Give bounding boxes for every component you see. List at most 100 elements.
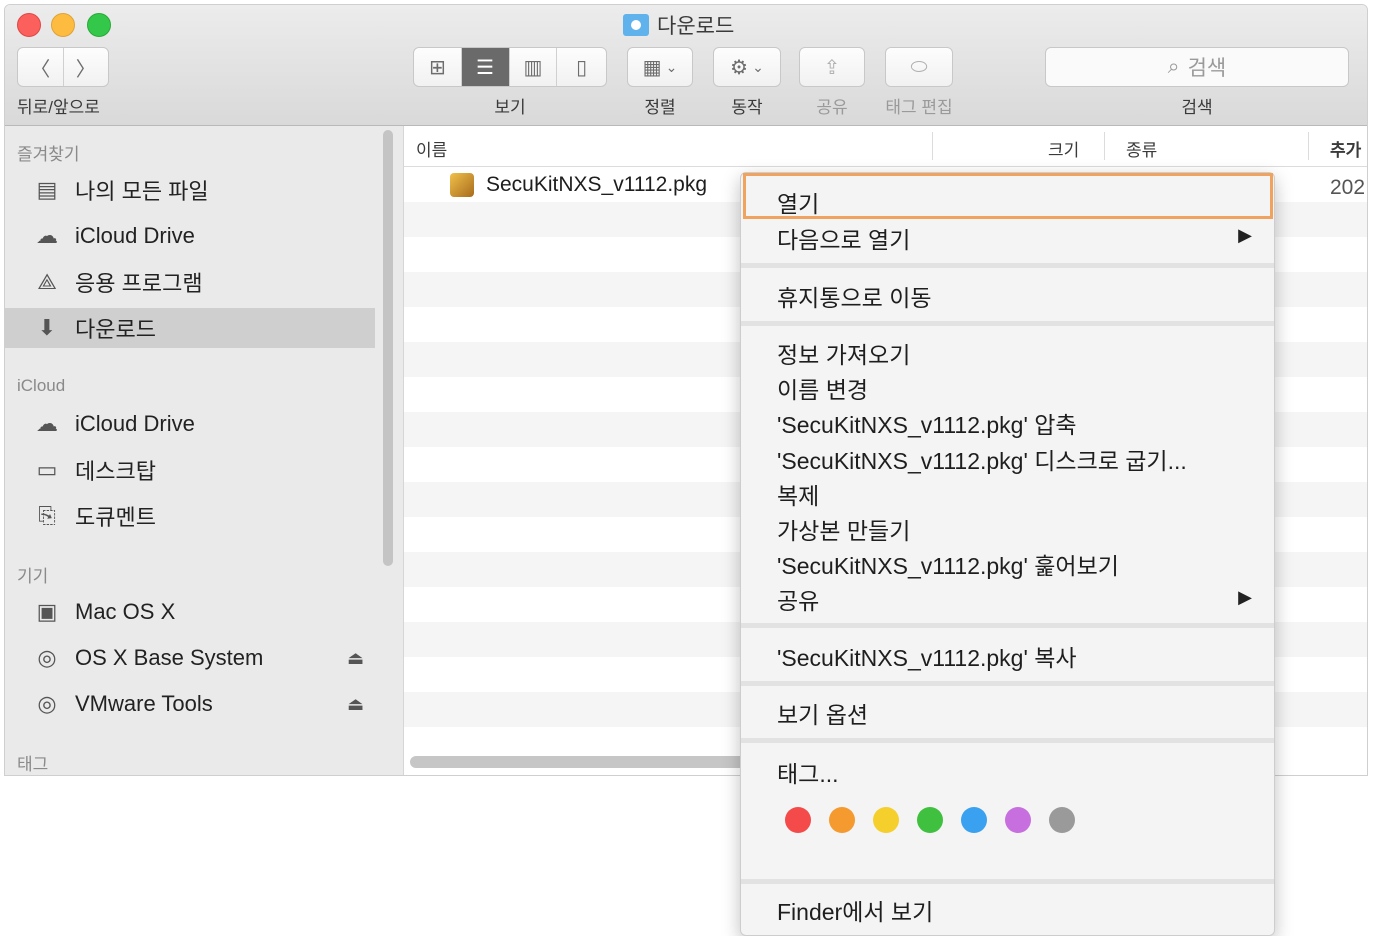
menu-item-burn-to-disc[interactable]: 'SecuKitNXS_v1112.pkg' 디스크로 굽기...: [777, 442, 1187, 476]
menu-item-duplicate[interactable]: 복제: [777, 477, 819, 511]
sidebar-item-downloads[interactable]: ⬇ 다운로드: [5, 308, 375, 348]
tag-color-yellow[interactable]: [873, 807, 899, 833]
file-name: SecuKitNXS_v1112.pkg: [486, 173, 708, 196]
sidebar-item-mac-os-x[interactable]: ▣ Mac OS X: [5, 592, 375, 632]
column-divider: [1308, 132, 1309, 160]
sidebar-item-label: 도큐멘트: [75, 505, 156, 530]
optical-disk-icon: ◎: [37, 691, 57, 716]
view-segmented-control: ⊞ ☰ ▥ ▯: [413, 47, 607, 87]
menu-item-compress[interactable]: 'SecuKitNXS_v1112.pkg' 압축: [777, 406, 1077, 440]
devices-header: 기기: [17, 567, 49, 586]
minimize-button[interactable]: [51, 13, 75, 37]
menu-item-get-info[interactable]: 정보 가져오기: [777, 336, 910, 370]
chevron-down-icon: ⌄: [665, 58, 678, 75]
icloud-header: iCloud: [17, 376, 66, 395]
sidebar-item-desktop[interactable]: ▭ 데스크탑: [5, 450, 375, 490]
tag-color-orange[interactable]: [829, 807, 855, 833]
document-icon: ⎘: [38, 503, 56, 528]
zoom-button[interactable]: [87, 13, 111, 37]
column-name[interactable]: 이름: [416, 136, 447, 161]
menu-item-move-to-trash[interactable]: 휴지통으로 이동: [777, 279, 932, 313]
close-button[interactable]: [17, 13, 41, 37]
desktop-icon: ▭: [36, 457, 58, 482]
tag-color-purple[interactable]: [1005, 807, 1031, 833]
forward-button[interactable]: 〉: [64, 48, 109, 86]
sidebar-item-label: 데스크탑: [75, 459, 156, 484]
menu-item-rename[interactable]: 이름 변경: [777, 371, 868, 405]
search-label: 검색: [1181, 98, 1213, 117]
menu-item-view-options[interactable]: 보기 옵션: [777, 696, 868, 730]
sidebar-item-label: OS X Base System: [75, 645, 264, 670]
nav-buttons: 〈 〉: [17, 47, 109, 87]
sidebar-item-applications[interactable]: ⟁ 응용 프로그램: [5, 262, 375, 302]
window-title: 다운로드: [623, 11, 734, 39]
eject-icon[interactable]: ⏏: [347, 648, 364, 669]
tag-color-blue[interactable]: [961, 807, 987, 833]
tag-edit-button[interactable]: ⬭: [885, 47, 953, 87]
sidebar-item-label: 응용 프로그램: [75, 271, 203, 296]
menu-separator: [741, 738, 1274, 743]
back-button[interactable]: 〈: [18, 48, 64, 86]
eject-icon[interactable]: ⏏: [347, 694, 364, 715]
menu-item-open[interactable]: 열기: [777, 185, 819, 219]
sort-button[interactable]: ▦ ⌄: [627, 47, 693, 87]
context-menu: 열기 다음으로 열기 ▶ 휴지통으로 이동 정보 가져오기 이름 변경 'Sec…: [740, 172, 1275, 936]
tag-icon: ⬭: [910, 55, 928, 78]
grid-icon: ▦: [642, 56, 662, 79]
sidebar-item-documents[interactable]: ⎘ 도큐멘트: [5, 496, 375, 536]
nav-label: 뒤로/앞으로: [17, 98, 100, 117]
horizontal-scrollbar[interactable]: [410, 756, 750, 768]
column-view-icon[interactable]: ▥: [510, 48, 558, 86]
sidebar-item-icloud-drive-2[interactable]: ☁ iCloud Drive: [5, 404, 375, 444]
favorites-header: 즐겨찾기: [17, 145, 80, 164]
sidebar-item-label: iCloud Drive: [75, 223, 195, 248]
optical-disk-icon: ◎: [37, 645, 57, 670]
sidebar-item-icloud-drive[interactable]: ☁ iCloud Drive: [5, 216, 375, 256]
menu-item-share[interactable]: 공유: [777, 582, 819, 616]
sidebar-item-all-files[interactable]: ▤ 나의 모든 파일: [5, 170, 375, 210]
menu-separator: [741, 263, 1274, 268]
column-added[interactable]: 추가: [1330, 136, 1361, 161]
sidebar-scrollbar[interactable]: [383, 130, 393, 566]
sidebar-item-vmware-tools[interactable]: ◎ VMware Tools: [5, 684, 375, 724]
disk-icon: ▣: [36, 599, 58, 624]
column-divider: [932, 132, 933, 160]
list-view-icon[interactable]: ☰: [461, 48, 510, 86]
menu-separator: [741, 879, 1274, 884]
search-field[interactable]: ⌕ 검색: [1045, 47, 1349, 87]
all-files-icon: ▤: [36, 177, 58, 202]
menu-item-make-alias[interactable]: 가상본 만들기: [777, 512, 910, 546]
menu-item-quick-look[interactable]: 'SecuKitNXS_v1112.pkg' 훑어보기: [777, 547, 1119, 581]
download-icon: ⬇: [37, 315, 57, 340]
chevron-down-icon: ⌄: [752, 58, 764, 75]
sidebar-item-label: Mac OS X: [75, 599, 176, 624]
share-icon: ⇪: [823, 56, 841, 79]
menu-item-open-with[interactable]: 다음으로 열기: [777, 221, 910, 255]
package-icon: [450, 173, 474, 197]
menu-item-copy[interactable]: 'SecuKitNXS_v1112.pkg' 복사: [777, 639, 1077, 673]
search-placeholder: 검색: [1187, 57, 1227, 80]
action-button[interactable]: ⚙ ⌄: [713, 47, 781, 87]
menu-item-tags[interactable]: 태그...: [777, 755, 839, 789]
tag-color-gray[interactable]: [1049, 807, 1075, 833]
file-item[interactable]: SecuKitNXS_v1112.pkg: [450, 173, 707, 197]
applications-icon: ⟁: [37, 269, 57, 294]
menu-item-show-in-finder[interactable]: Finder에서 보기: [777, 893, 933, 927]
toolbar: 다운로드 〈 〉 뒤로/앞으로 ⊞ ☰ ▥ ▯ 보기 ▦⌄ 정렬 ⚙⌄ 동작: [5, 5, 1367, 126]
cloud-icon: ☁: [36, 223, 58, 248]
sidebar-item-os-x-base-system[interactable]: ◎ OS X Base System: [5, 638, 375, 678]
sidebar-item-label: 나의 모든 파일: [75, 179, 209, 204]
view-label: 보기: [494, 98, 526, 117]
tag-color-green[interactable]: [917, 807, 943, 833]
share-label: 공유: [816, 98, 848, 117]
column-kind[interactable]: 종류: [1126, 136, 1157, 161]
column-header: 이름 크기 종류 추가: [404, 126, 1367, 167]
downloads-folder-icon: [623, 14, 649, 36]
tag-color-red[interactable]: [785, 807, 811, 833]
column-size[interactable]: 크기: [1048, 136, 1079, 161]
menu-separator: [741, 321, 1274, 326]
cover-flow-icon[interactable]: ▯: [557, 48, 606, 86]
share-button[interactable]: ⇪: [799, 47, 865, 87]
icon-view-icon[interactable]: ⊞: [414, 48, 462, 86]
search-icon: ⌕: [1167, 55, 1180, 78]
